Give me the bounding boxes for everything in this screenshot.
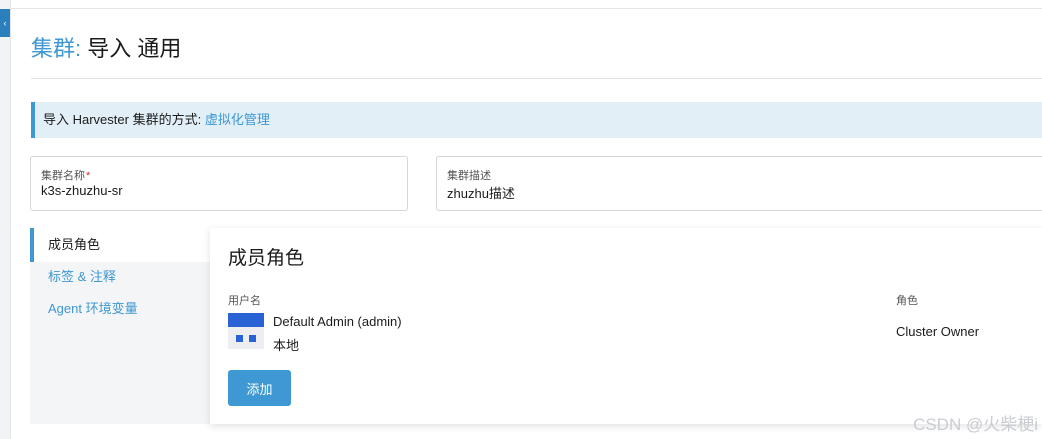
side-nav: 成员角色 标签 & 注释 Agent 环境变量	[30, 228, 210, 424]
left-sidebar-strip: ‹	[0, 0, 11, 439]
watermark: CSDN @火柴梗i	[913, 415, 1038, 434]
add-member-button[interactable]: 添加	[228, 370, 291, 406]
avatar-icon	[228, 313, 264, 349]
cluster-description-label: 集群描述	[447, 170, 491, 182]
cluster-name-value[interactable]: k3s-zhuzhu-sr	[41, 183, 123, 198]
member-role[interactable]: Cluster Owner	[896, 324, 979, 339]
collapse-tab-icon[interactable]: ‹	[0, 9, 10, 37]
member-source: 本地	[273, 338, 300, 353]
required-mark: *	[86, 170, 91, 182]
panel-title: 成员角色	[228, 248, 305, 269]
page-title: 集群: 导入 通用	[31, 36, 181, 62]
banner-text: 导入 Harvester 集群的方式:	[43, 112, 202, 127]
member-name: Default Admin (admin)	[273, 314, 402, 329]
member-roles-panel: 成员角色 用户名 角色 Default Admin (admin) 本地 Clu…	[210, 228, 1042, 424]
page-title-rest: 导入 通用	[81, 36, 182, 61]
cluster-description-field[interactable]: 集群描述 zhuzhu描述	[436, 156, 1042, 211]
top-divider	[11, 8, 1042, 9]
cluster-name-label: 集群名称*	[41, 170, 91, 182]
virtualization-management-link[interactable]: 虚拟化管理	[205, 112, 270, 127]
column-header-user: 用户名	[228, 295, 261, 307]
tab-agent-env-vars[interactable]: Agent 环境变量	[30, 292, 210, 326]
page-title-prefix: 集群:	[31, 36, 82, 61]
info-banner: 导入 Harvester 集群的方式: 虚拟化管理	[31, 102, 1042, 138]
tab-member-roles[interactable]: 成员角色	[30, 228, 210, 262]
title-divider	[31, 78, 1042, 79]
tab-labels-annotations[interactable]: 标签 & 注释	[30, 260, 210, 294]
cluster-description-value[interactable]: zhuzhu描述	[447, 183, 515, 202]
cluster-name-field[interactable]: 集群名称* k3s-zhuzhu-sr	[30, 156, 408, 211]
column-header-role: 角色	[896, 295, 918, 307]
